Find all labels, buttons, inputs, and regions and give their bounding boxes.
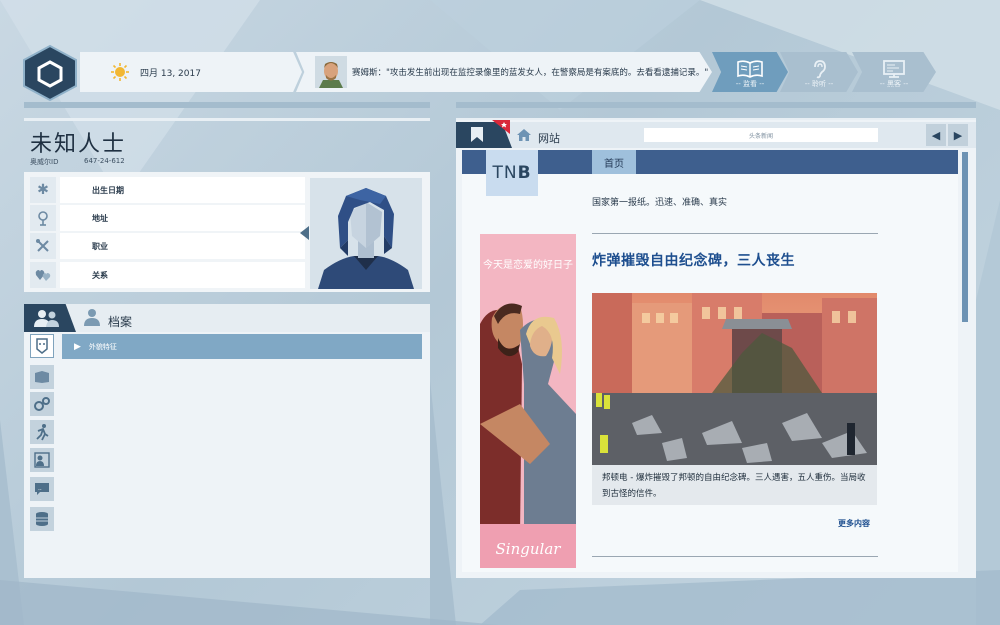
site-logo-text: TN	[492, 163, 518, 183]
article-caption: 邦顿电 - 爆炸摧毁了邦顿的自由纪念碑。三人遇害，五人重伤。当局收到古怪的信件。	[592, 465, 877, 505]
url-bar[interactable]: 头条新闻	[644, 128, 878, 142]
article-image[interactable]	[592, 293, 877, 465]
field-relationships[interactable]: 关系	[30, 262, 305, 288]
app-logo-icon[interactable]	[22, 44, 78, 102]
bookmark-icon	[471, 127, 483, 142]
asterisk-icon: ✱	[30, 177, 56, 203]
site-tagline: 国家第一报纸。迅速、准确、真实	[592, 198, 728, 208]
person-icon	[84, 309, 100, 326]
profile-name: 未知人士	[30, 132, 127, 157]
sun-icon	[111, 63, 129, 81]
monitor-icon	[883, 60, 905, 78]
forward-button[interactable]: ▶	[948, 124, 968, 146]
field-label: 出生日期	[60, 177, 305, 203]
tools-icon	[30, 233, 56, 259]
file-side-icons: ..	[30, 334, 58, 534]
location-icon	[30, 205, 56, 231]
site-label: 网站	[538, 132, 560, 145]
ad-slogan: 今天是恋爱的好日子	[483, 260, 573, 271]
tab-listen[interactable]: -- 聆听 --	[780, 52, 858, 92]
current-date: 四月 13, 2017	[140, 69, 201, 79]
file-area	[24, 332, 430, 578]
ear-icon	[814, 60, 826, 79]
runner-icon[interactable]	[30, 420, 54, 444]
tab-listen-label: -- 聆听 --	[804, 80, 834, 88]
tab-home[interactable]: 首页	[592, 150, 636, 174]
tab-monitor-label: -- 监看 --	[735, 80, 765, 88]
field-address[interactable]: 地址	[30, 205, 305, 231]
chat-icon[interactable]: ..	[30, 477, 54, 501]
id-label: 奥威尔ID	[30, 158, 59, 166]
book-icon	[737, 60, 763, 78]
person-card-icon[interactable]	[30, 448, 54, 472]
back-button[interactable]: ◀	[926, 124, 946, 146]
ad-brand: Singular	[495, 540, 561, 558]
gears-icon[interactable]	[30, 392, 54, 416]
tab-hack[interactable]: -- 黑客 --	[852, 52, 936, 92]
notification-flag-icon	[492, 120, 510, 134]
book-icon[interactable]	[30, 365, 54, 389]
more-content-link[interactable]: 更多内容	[838, 518, 870, 529]
field-label: 职业	[60, 233, 305, 259]
site-logo-bold: B	[517, 163, 532, 183]
divider	[24, 118, 430, 121]
portrait-pointer	[300, 226, 309, 240]
site-logo[interactable]: TN B	[486, 150, 538, 196]
page-scrollbar[interactable]	[962, 152, 968, 322]
hearts-icon	[30, 262, 56, 288]
expand-arrow-icon: ▶	[74, 341, 81, 352]
field-label: 地址	[60, 205, 305, 231]
tab-hack-label: -- 黑客 --	[879, 80, 909, 88]
operator-message: 赛姆斯："攻击发生前出现在监控录像里的蓝发女人，在警察局是有案底的。去看看逮捕记…	[352, 68, 709, 78]
divider	[456, 102, 976, 108]
field-label: 关系	[60, 262, 305, 288]
field-birthdate[interactable]: ✱ 出生日期	[30, 177, 305, 203]
sam-avatar	[315, 56, 347, 88]
field-occupation[interactable]: 职业	[30, 233, 305, 259]
file-entry-appearance[interactable]: ▶ 外貌特征	[62, 334, 422, 359]
face-icon[interactable]	[30, 334, 54, 358]
divider	[592, 556, 878, 557]
ad-couple-image	[480, 234, 576, 568]
divider	[24, 102, 430, 108]
file-title: 档案	[108, 315, 133, 329]
advertisement[interactable]: 今天是恋爱的好日子 Singular	[480, 234, 576, 568]
people-icon	[34, 310, 59, 327]
article-headline[interactable]: 炸弹摧毁自由纪念碑，三人丧生	[592, 250, 795, 270]
home-icon[interactable]	[516, 128, 532, 142]
file-entry-label: 外貌特征	[88, 342, 117, 351]
divider	[592, 233, 878, 234]
database-icon[interactable]	[30, 507, 54, 531]
tab-monitor[interactable]: -- 监看 --	[712, 52, 788, 92]
suspect-portrait[interactable]	[310, 178, 422, 289]
id-value: 647-24-612	[84, 157, 125, 165]
svg-text:..: ..	[38, 485, 42, 492]
